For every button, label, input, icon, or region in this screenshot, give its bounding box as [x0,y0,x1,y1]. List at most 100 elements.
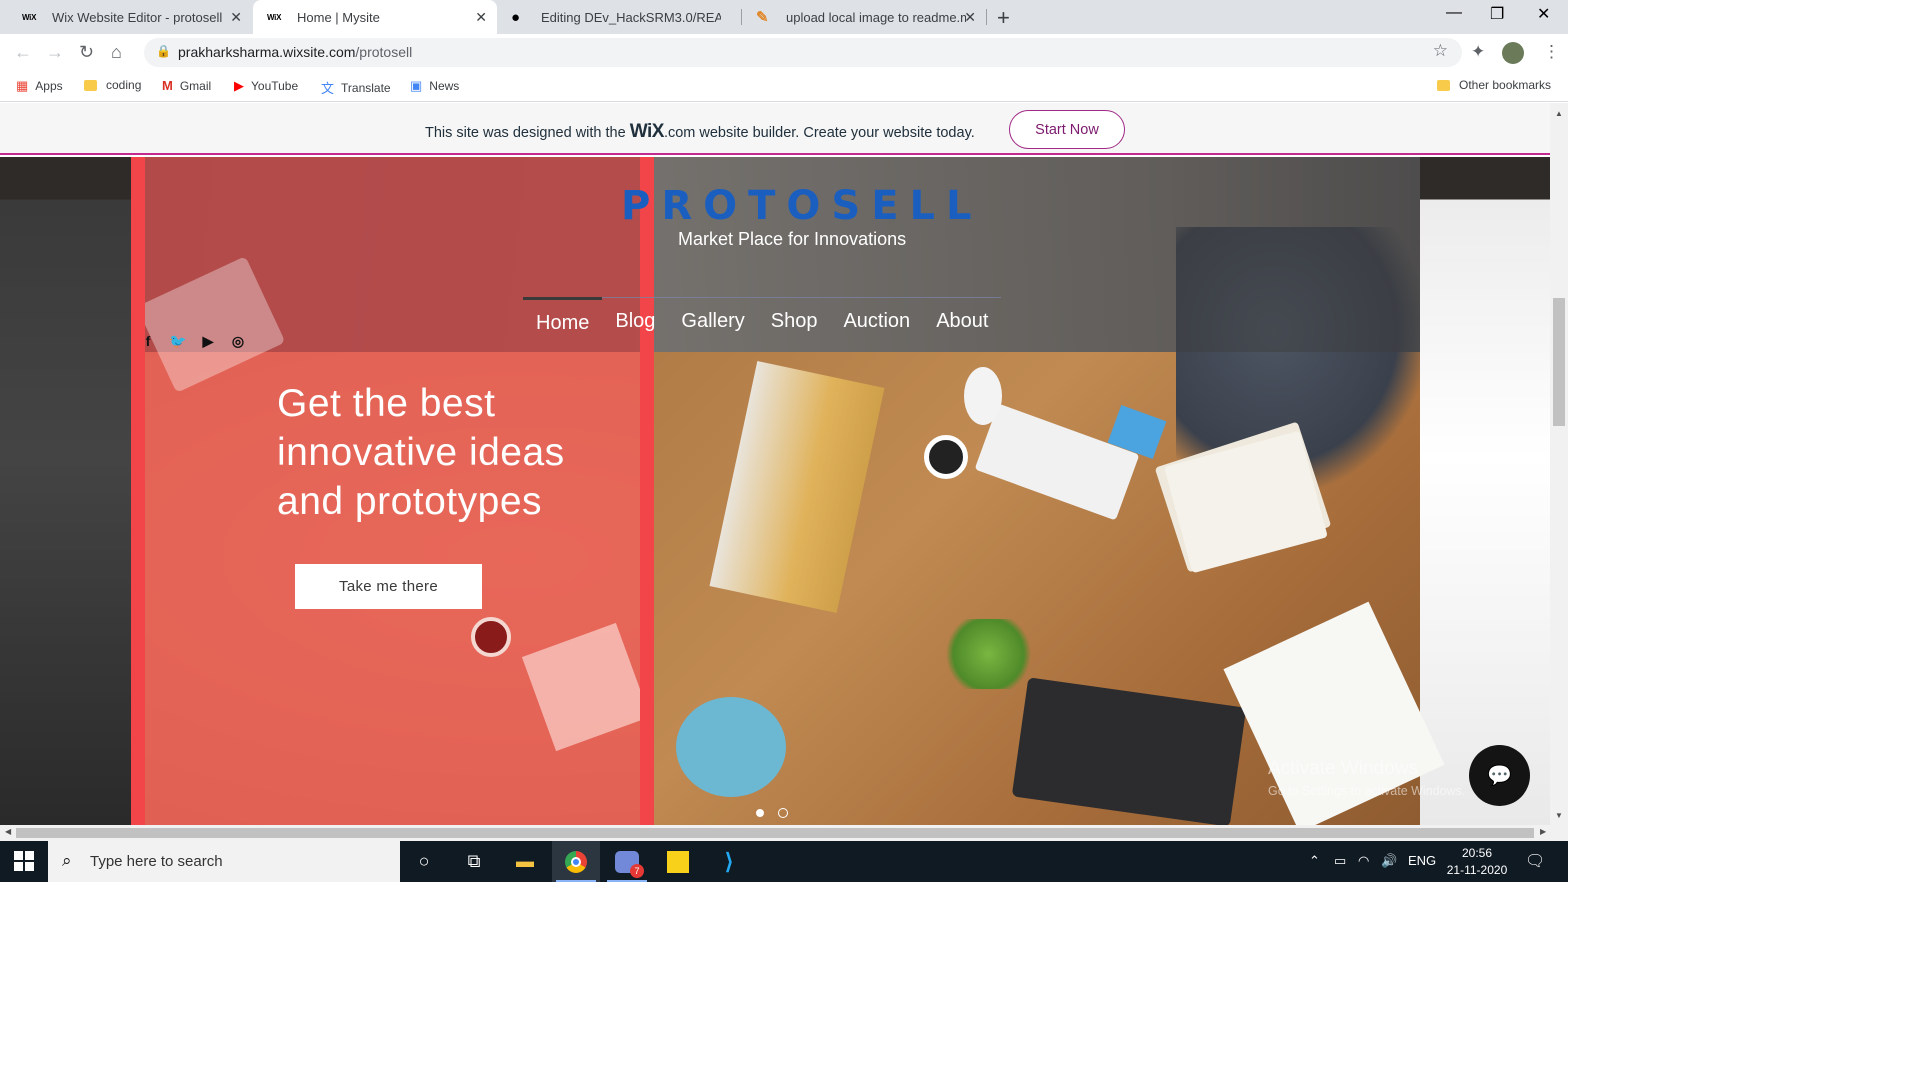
facebook-icon[interactable]: f [138,331,158,351]
bookmark-coding[interactable]: coding [84,78,141,92]
twitter-icon[interactable]: 🐦 [168,331,188,351]
profile-avatar[interactable] [1502,42,1524,64]
bookmark-label: Other bookmarks [1459,78,1552,92]
bookmark-youtube[interactable]: ▶ YouTube [234,78,298,94]
social-links: f 🐦 ▶ ◎ [138,331,248,351]
site-tagline: Market Place for Innovations [678,229,907,249]
search-icon: ⌕ [62,851,72,870]
close-icon[interactable]: ✕ [230,9,242,26]
window-close-icon[interactable]: ✕ [1537,4,1550,24]
folder-icon [84,79,97,91]
page-background-left [0,157,131,825]
windows-start-icon[interactable] [14,851,34,871]
bookmark-other[interactable]: Other bookmarks [1437,78,1551,92]
nav-about[interactable]: About [923,297,1002,335]
nav-auction[interactable]: Auction [830,297,924,335]
search-placeholder: Type here to search [90,853,223,870]
bookmark-label: coding [106,78,142,92]
tab-github-editing[interactable]: ● Editing DEv_HackSRM3.0/READM [497,0,741,34]
restore-icon[interactable]: ❐ [1490,4,1504,24]
red-stripe-right [640,157,654,825]
photo-red-keyboard [521,622,651,752]
nav-home[interactable]: Home [523,297,603,335]
website-page: PROTOSELL Market Place for Innovations H… [0,157,1550,825]
new-tab-button[interactable]: + [997,5,1010,31]
tab-separator [986,9,987,25]
bookmark-news[interactable]: ▣ News [410,78,459,94]
notification-badge: 7 [630,863,644,878]
forward-arrow-icon[interactable]: → [46,42,64,63]
back-arrow-icon[interactable]: ← [14,42,32,63]
scroll-right-arrow-icon[interactable]: ▶ [1540,827,1546,836]
slide-dot-2[interactable] [778,808,788,818]
close-icon[interactable]: ✕ [475,9,487,26]
discord-icon[interactable]: 7 [603,841,651,882]
activate-windows-subtitle: Go to Settings to activate Windows. [1268,784,1466,798]
tab-stackexchange[interactable]: ✎ upload local image to readme.m ✕ [742,0,986,34]
bookmark-apps[interactable]: ▦ Apps [16,78,63,94]
reload-icon[interactable]: ↻ [79,42,94,63]
wifi-icon[interactable]: ◠ [1358,853,1369,869]
photo-mouse [964,367,1002,425]
notifications-icon[interactable]: 🗨 [1525,851,1545,871]
battery-icon[interactable]: ▭ [1334,853,1346,869]
apps-grid-icon: ▦ [16,78,29,93]
cortana-icon[interactable]: ○ [400,841,448,882]
volume-icon[interactable]: 🔊 [1381,853,1397,869]
bookmark-star-icon[interactable]: ☆ [1433,41,1448,61]
scroll-left-arrow-icon[interactable]: ◀ [5,827,11,836]
windows-taskbar: ⌕ Type here to search ○ ⧉ ▬ 7 ⟩ ⌃ ▭ ◠ 🔊 … [0,841,1568,882]
chat-button[interactable]: 💬 [1469,745,1530,806]
chrome-icon[interactable] [552,841,600,882]
tab-home-mysite[interactable]: WiX Home | Mysite ✕ [253,0,497,34]
extensions-puzzle-icon[interactable]: ✦ [1471,42,1485,62]
sticky-notes-icon[interactable] [654,841,702,882]
menu-kebab-icon[interactable]: ⋮ [1543,42,1560,62]
slide-dot-1[interactable] [756,809,764,817]
photo-blue-plate [676,697,786,797]
vertical-scrollbar[interactable]: ▲ ▼ [1550,103,1568,825]
taskbar-clock[interactable]: 20:56 21-11-2020 [1437,845,1517,879]
wix-favicon-icon: WiX [22,12,37,22]
wix-promo-banner: This site was designed with the WiX.com … [0,103,1550,155]
bookmark-label: YouTube [251,79,299,93]
nav-shop[interactable]: Shop [757,297,831,335]
task-view-icon[interactable]: ⧉ [450,841,498,882]
tab-title: upload local image to readme.m [786,9,966,25]
close-icon[interactable]: ✕ [964,9,976,26]
instagram-icon[interactable]: ◎ [228,331,248,351]
language-indicator[interactable]: ENG [1408,853,1436,868]
scroll-down-arrow-icon[interactable]: ▼ [1555,811,1563,820]
nav-blog[interactable]: Blog [602,297,669,335]
site-logo[interactable]: PROTOSELL [621,183,983,229]
horizontal-scrollbar[interactable]: ◀ ▶ [0,825,1568,841]
start-now-button[interactable]: Start Now [1009,110,1125,149]
bookmark-gmail[interactable]: M Gmail [162,78,211,93]
photo-red-mug [471,617,511,657]
taskbar-search-box[interactable]: ⌕ Type here to search [48,841,400,882]
youtube-icon[interactable]: ▶ [198,331,218,351]
home-icon[interactable]: ⌂ [111,42,122,63]
scroll-up-arrow-icon[interactable]: ▲ [1555,109,1563,118]
headline-line: Get the best [277,382,496,425]
address-bar[interactable]: 🔒 prakharksharma.wixsite.com/protosell ☆ [144,38,1462,67]
tray-chevron-up-icon[interactable]: ⌃ [1309,853,1320,869]
vscode-icon[interactable]: ⟩ [705,841,753,882]
minimize-icon[interactable]: — [1446,4,1462,22]
horizontal-scroll-thumb[interactable] [16,828,1534,838]
wix-logo: WiX [629,121,665,142]
gmail-icon: M [162,78,173,93]
nav-gallery[interactable]: Gallery [668,297,758,335]
url-path: /protosell [355,44,413,60]
youtube-icon: ▶ [234,78,244,93]
tab-wix-editor[interactable]: WiX Wix Website Editor - protosell ✕ [8,0,252,34]
chat-bubble-icon: 💬 [1487,765,1512,787]
take-me-there-button[interactable]: Take me there [295,564,482,609]
headline-line: and prototypes [277,480,543,523]
photo-plant [941,619,1036,689]
wix-promo-text: This site was designed with the WiX.com … [425,121,975,143]
bookmark-translate[interactable]: 文 Translate [321,78,391,97]
vertical-scroll-thumb[interactable] [1553,298,1565,426]
file-explorer-icon[interactable]: ▬ [501,841,549,882]
site-navigation: Home Blog Gallery Shop Auction About [523,297,1002,335]
